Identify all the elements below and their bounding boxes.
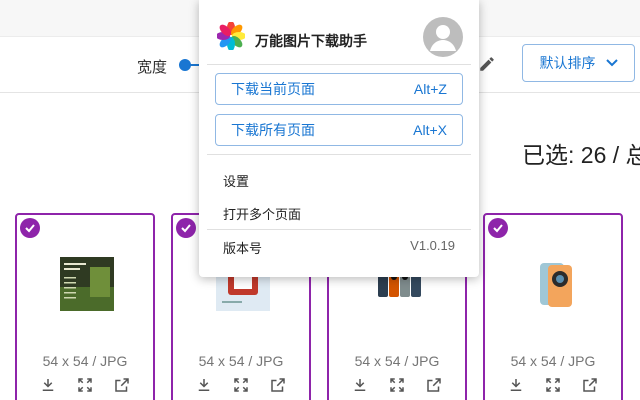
divider <box>207 154 471 155</box>
extension-popup: 万能图片下载助手 下载当前页面 Alt+Z 下载所有页面 Alt+X 设置 打开… <box>199 0 479 277</box>
divider <box>207 229 471 230</box>
download-current-shortcut: Alt+Z <box>413 81 447 97</box>
width-label: 宽度 <box>137 59 168 76</box>
download-icon[interactable] <box>39 376 57 394</box>
thumbnail-nature-infographic <box>60 257 114 311</box>
sort-label: 默认排序 <box>539 55 596 71</box>
download-icon[interactable] <box>195 376 213 394</box>
chevron-down-icon <box>605 59 618 67</box>
image-meta: 54 x 54 / JPG <box>42 353 128 369</box>
card-actions <box>485 376 621 394</box>
download-all-shortcut: Alt+X <box>413 122 447 138</box>
open-external-icon[interactable] <box>425 376 443 394</box>
open-external-icon[interactable] <box>581 376 599 394</box>
image-meta: 54 x 54 / JPG <box>198 353 284 369</box>
image-card[interactable]: 54 x 54 / JPG <box>15 213 155 400</box>
selection-count: 已选: 26 / 总 <box>522 142 640 168</box>
thumbnail-phone-back <box>528 257 582 311</box>
menu-item-open-multiple[interactable]: 打开多个页面 <box>223 204 301 223</box>
download-current-label: 下载当前页面 <box>231 81 315 97</box>
card-actions <box>173 376 309 394</box>
page: 宽度 默认排序 已选: 26 / 总 54 x 54 / JPG 54 x 54… <box>0 0 640 400</box>
divider <box>207 64 471 65</box>
fullscreen-icon[interactable] <box>388 376 406 394</box>
image-card[interactable]: 54 x 54 / JPG <box>483 213 623 400</box>
fullscreen-icon[interactable] <box>232 376 250 394</box>
image-meta: 54 x 54 / JPG <box>510 353 596 369</box>
avatar-icon[interactable] <box>423 17 463 57</box>
pinwheel-logo-icon <box>217 22 245 50</box>
pencil-icon[interactable] <box>478 55 496 73</box>
check-icon[interactable] <box>20 218 40 238</box>
download-icon[interactable] <box>351 376 369 394</box>
image-meta: 54 x 54 / JPG <box>354 353 440 369</box>
width-slider-thumb[interactable] <box>179 59 191 71</box>
open-external-icon[interactable] <box>113 376 131 394</box>
card-actions <box>329 376 465 394</box>
open-external-icon[interactable] <box>269 376 287 394</box>
sort-dropdown[interactable]: 默认排序 <box>522 44 635 82</box>
download-icon[interactable] <box>507 376 525 394</box>
menu-item-settings[interactable]: 设置 <box>223 171 249 190</box>
download-current-page-button[interactable]: 下载当前页面 Alt+Z <box>215 73 463 105</box>
version-value: V1.0.19 <box>410 238 455 253</box>
app-title: 万能图片下载助手 <box>255 33 367 49</box>
fullscreen-icon[interactable] <box>76 376 94 394</box>
version-label: 版本号 <box>223 241 263 256</box>
check-icon[interactable] <box>176 218 196 238</box>
download-all-label: 下载所有页面 <box>231 122 315 138</box>
download-all-pages-button[interactable]: 下载所有页面 Alt+X <box>215 114 463 146</box>
card-actions <box>17 376 153 394</box>
check-icon[interactable] <box>488 218 508 238</box>
fullscreen-icon[interactable] <box>544 376 562 394</box>
